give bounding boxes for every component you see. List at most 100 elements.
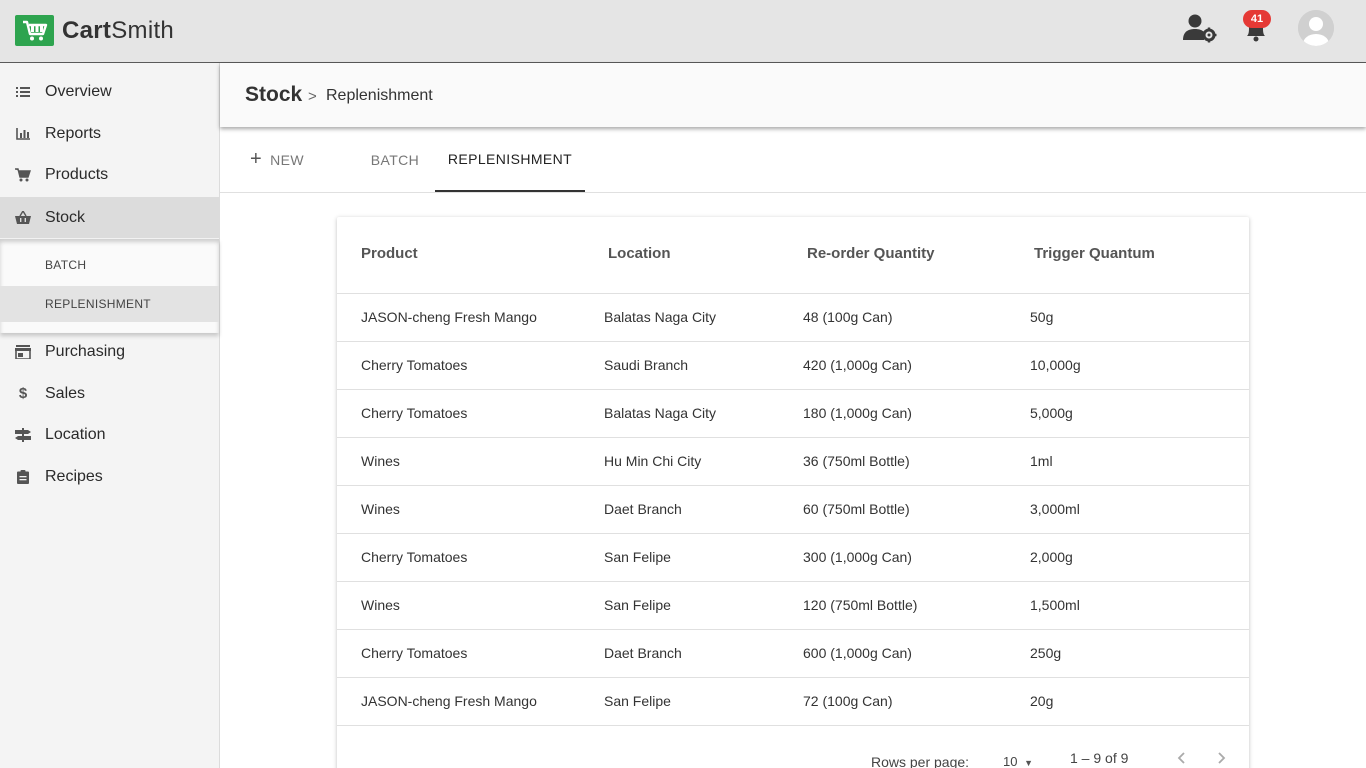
sidebar-item-label: Stock <box>45 208 86 226</box>
tab-label: REPLENISHMENT <box>447 150 573 167</box>
clipboard-icon <box>15 469 31 485</box>
tab-label: NEW <box>270 151 304 168</box>
sidebar-item-location[interactable]: Location <box>0 414 219 455</box>
caret-down-icon: ▼ <box>1024 758 1034 768</box>
sidebar-item-stock[interactable]: Stock <box>0 197 219 238</box>
sidebar-item-sales[interactable]: $ Sales <box>0 373 219 414</box>
cell-product: JASON-cheng Fresh Mango <box>361 309 537 325</box>
sidebar-item-products[interactable]: Products <box>0 154 219 195</box>
store-icon <box>15 344 31 360</box>
column-header-reorder-quantity[interactable]: Re-order Quantity <box>807 245 935 262</box>
column-header-product[interactable]: Product <box>361 245 418 262</box>
cell-location: Balatas Naga City <box>604 309 717 325</box>
cell-reorder-quantity: 36 (750ml Bottle) <box>803 453 910 469</box>
sidebar-subitem-replenishment[interactable]: REPLENISHMENT <box>0 286 219 322</box>
cell-reorder-quantity: 180 (1,000g Can) <box>803 405 912 421</box>
column-header-trigger-quantum[interactable]: Trigger Quantum <box>1034 245 1155 262</box>
table-row[interactable]: Wines Daet Branch 60 (750ml Bottle) 3,00… <box>337 486 1249 534</box>
table-row[interactable]: Cherry Tomatoes Balatas Naga City 180 (1… <box>337 390 1249 438</box>
dollar-icon: $ <box>18 385 28 402</box>
sidebar-subitem-batch[interactable]: BATCH <box>0 247 219 283</box>
table-row[interactable]: JASON-cheng Fresh Mango Balatas Naga Cit… <box>337 294 1249 342</box>
cell-product: JASON-cheng Fresh Mango <box>361 693 537 709</box>
user-settings-icon[interactable] <box>1183 13 1217 43</box>
cell-trigger-quantum: 5,000g <box>1030 405 1073 421</box>
rows-per-page-label: Rows per page: <box>871 754 970 768</box>
top-bar: CartSmith 41 <box>0 0 1366 63</box>
rows-per-page-value: 10 <box>1003 754 1018 768</box>
table-pagination: Rows per page: 10 ▼ 1 – 9 of 9 <box>337 726 1249 768</box>
cart-logo-icon <box>15 15 54 46</box>
sidebar: Overview Reports Products Stock BATCH RE… <box>0 63 220 768</box>
page-title[interactable]: Stock <box>245 83 302 107</box>
pagination-range: 1 – 9 of 9 <box>1070 750 1129 766</box>
table-row[interactable]: Wines San Felipe 120 (750ml Bottle) 1,50… <box>337 582 1249 630</box>
cell-trigger-quantum: 1,500ml <box>1030 597 1080 613</box>
sidebar-item-label: Location <box>45 425 106 443</box>
basket-icon <box>15 210 31 226</box>
cell-trigger-quantum: 10,000g <box>1030 357 1081 373</box>
table-row[interactable]: Cherry Tomatoes Daet Branch 600 (1,000g … <box>337 630 1249 678</box>
tab-replenishment[interactable]: REPLENISHMENT <box>435 127 585 192</box>
cell-location: San Felipe <box>604 597 671 613</box>
avatar[interactable] <box>1298 10 1334 46</box>
cell-reorder-quantity: 300 (1,000g Can) <box>803 549 912 565</box>
cell-product: Cherry Tomatoes <box>361 357 468 373</box>
cell-product: Cherry Tomatoes <box>361 549 468 565</box>
sidebar-item-label: Recipes <box>45 467 103 485</box>
cell-location: Saudi Branch <box>604 357 689 373</box>
column-header-location[interactable]: Location <box>608 245 671 262</box>
cell-location: San Felipe <box>604 549 671 565</box>
cell-reorder-quantity: 48 (100g Can) <box>803 309 893 325</box>
sidebar-item-label: Reports <box>45 124 102 142</box>
table-row[interactable]: Cherry Tomatoes San Felipe 300 (1,000g C… <box>337 534 1249 582</box>
page-subtitle: Replenishment <box>326 87 433 104</box>
table-row[interactable]: JASON-cheng Fresh Mango San Felipe 72 (1… <box>337 678 1249 726</box>
sidebar-item-overview[interactable]: Overview <box>0 71 219 112</box>
list-icon <box>15 84 31 100</box>
cell-trigger-quantum: 2,000g <box>1030 549 1073 565</box>
plus-icon: + <box>250 148 263 170</box>
cell-location: Daet Branch <box>604 501 682 517</box>
stock-submenu: BATCH REPLENISHMENT <box>0 239 219 333</box>
cell-reorder-quantity: 600 (1,000g Can) <box>803 645 912 661</box>
cell-location: Hu Min Chi City <box>604 453 702 469</box>
tab-label: BATCH <box>370 151 420 168</box>
tab-batch[interactable]: BATCH <box>360 127 430 192</box>
app-name: CartSmith <box>62 16 175 44</box>
sidebar-subitem-label: REPLENISHMENT <box>45 297 151 311</box>
breadcrumb: Stock > Replenishment <box>220 63 1366 127</box>
cell-trigger-quantum: 20g <box>1030 693 1054 709</box>
signpost-icon <box>15 427 31 443</box>
cell-reorder-quantity: 72 (100g Can) <box>803 693 893 709</box>
sidebar-item-label: Purchasing <box>45 342 126 360</box>
sidebar-item-label: Products <box>45 165 109 183</box>
cell-trigger-quantum: 250g <box>1030 645 1062 661</box>
chevron-left-icon[interactable] <box>1175 750 1189 766</box>
cell-reorder-quantity: 420 (1,000g Can) <box>803 357 912 373</box>
sidebar-item-reports[interactable]: Reports <box>0 113 219 154</box>
table-row[interactable]: Wines Hu Min Chi City 36 (750ml Bottle) … <box>337 438 1249 486</box>
sidebar-item-label: Sales <box>45 384 86 402</box>
app-logo[interactable]: CartSmith <box>15 15 174 46</box>
tab-bar: + NEW BATCH REPLENISHMENT <box>220 127 1366 193</box>
rows-per-page-select[interactable]: 10 ▼ <box>1003 754 1033 768</box>
cell-product: Cherry Tomatoes <box>361 405 468 421</box>
cell-product: Wines <box>361 597 400 613</box>
tab-new[interactable]: + NEW <box>250 127 340 192</box>
sidebar-item-recipes[interactable]: Recipes <box>0 456 219 497</box>
sidebar-item-purchasing[interactable]: Purchasing <box>0 331 219 372</box>
breadcrumb-separator: > <box>308 88 317 105</box>
cell-reorder-quantity: 60 (750ml Bottle) <box>803 501 910 517</box>
table-header: Product Location Re-order Quantity Trigg… <box>337 217 1249 294</box>
chevron-right-icon[interactable] <box>1214 750 1228 766</box>
table-row[interactable]: Cherry Tomatoes Saudi Branch 420 (1,000g… <box>337 342 1249 390</box>
cell-reorder-quantity: 120 (750ml Bottle) <box>803 597 918 613</box>
cell-trigger-quantum: 3,000ml <box>1030 501 1080 517</box>
cell-product: Wines <box>361 501 400 517</box>
cell-location: San Felipe <box>604 693 671 709</box>
sidebar-item-label: Overview <box>45 82 112 100</box>
notification-badge: 41 <box>1243 10 1271 28</box>
replenishment-table: Product Location Re-order Quantity Trigg… <box>337 217 1249 768</box>
cell-trigger-quantum: 50g <box>1030 309 1054 325</box>
